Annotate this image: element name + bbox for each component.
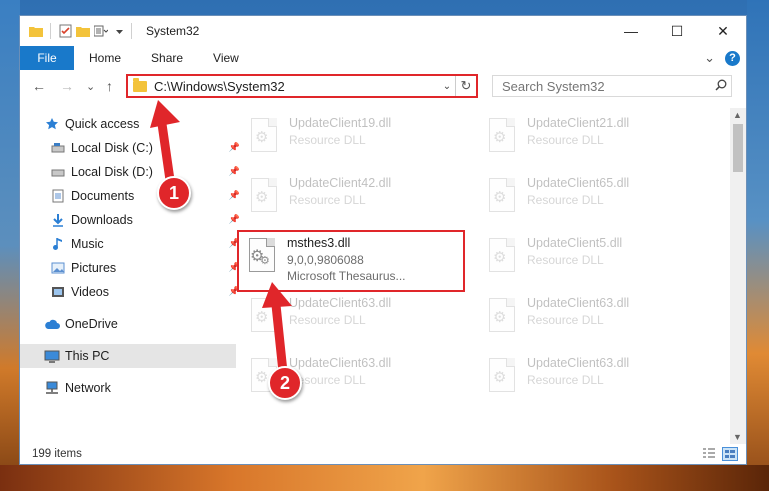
step-callout-2: 2: [268, 366, 302, 400]
annotation-arrows: [150, 100, 292, 377]
step-callout-1: 1: [157, 176, 191, 210]
